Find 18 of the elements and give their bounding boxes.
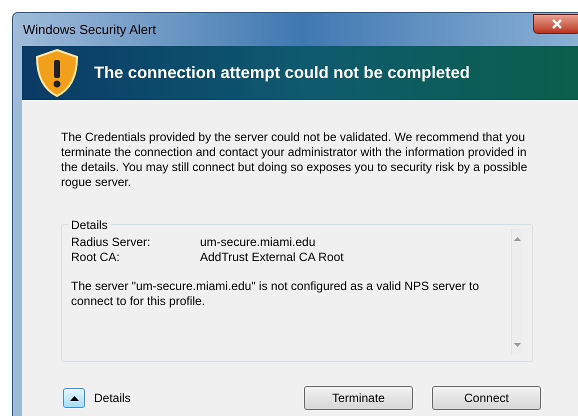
scroll-down-icon[interactable] — [514, 343, 520, 347]
alert-title: The connection attempt could not be completed — [94, 62, 470, 84]
details-toggle-label: Details — [94, 390, 131, 407]
detail-value: AddTrust External CA Root — [200, 250, 344, 265]
warning-shield-icon — [34, 48, 80, 98]
detail-label: Root CA: — [71, 250, 121, 265]
caret-up-icon — [70, 396, 78, 400]
dialog-button[interactable]: Connect — [432, 386, 541, 410]
close-button[interactable] — [533, 14, 578, 34]
details-toggle-button[interactable] — [63, 388, 85, 408]
window-title: Windows Security Alert — [23, 20, 156, 39]
details-note: The server "um-secure.miami.edu" is not configured as a valid NPS server to connect to for this profile. — [71, 279, 480, 309]
scroll-up-icon[interactable] — [514, 237, 520, 241]
detail-label: Radius Server: — [71, 235, 152, 250]
dialog-button[interactable]: Terminate — [304, 386, 413, 410]
close-icon — [551, 18, 563, 28]
alert-message: The Credentials provided by the server could not be validated. We recommend that you terminate the connection and contact your administrator with the information provided in the details. You may still connect but doing so exposes you to security risk by a possible rogue server. — [61, 130, 528, 190]
detail-value: um-secure.miami.edu — [200, 235, 316, 250]
